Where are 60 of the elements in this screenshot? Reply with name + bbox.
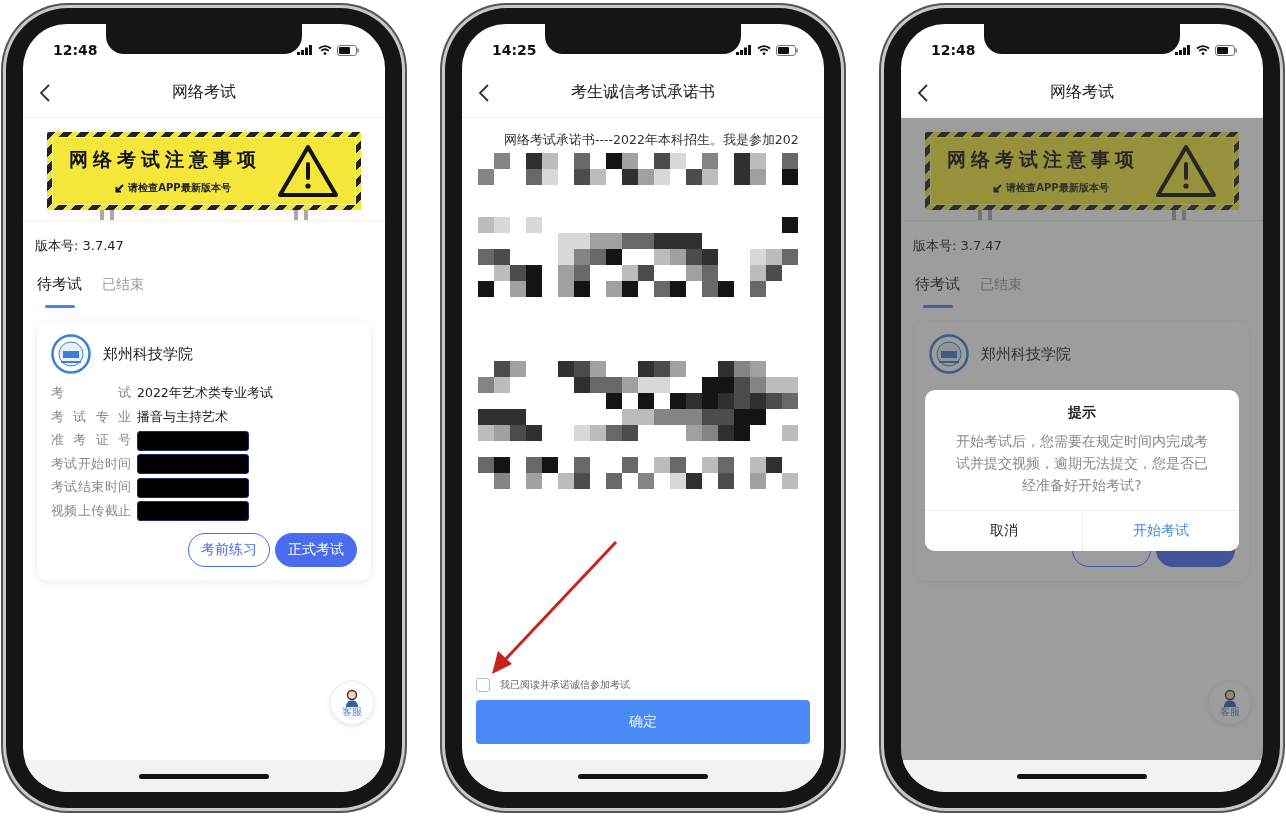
banner-subtext: 请检查APP最新版本号 (1006, 181, 1109, 195)
pledge-text: 网络考试承诺书----2022年本科招生。我是参加202 (503, 132, 800, 149)
field-label: 视频上传截止 (51, 502, 131, 520)
back-icon[interactable] (39, 82, 51, 103)
agree-label: 我已阅读并承诺诚信参加考试 (500, 678, 630, 692)
field-label: 考试 (51, 385, 131, 403)
version-label: 版本号: 3.7.47 (34, 237, 125, 255)
sign-leg (1172, 210, 1186, 220)
agent-icon (344, 689, 360, 707)
dialog-message: 开始考试后，您需要在规定时间内完成考试并提交视频，逾期无法提交，您是否已经准备好开始考试? (955, 432, 1209, 495)
support-button[interactable]: 客服 (1209, 682, 1251, 724)
status-time: 12:48 (53, 42, 98, 58)
school-name: 郑州科技学院 (103, 344, 193, 364)
arrow-icon (993, 183, 1003, 193)
school-name: 郑州科技学院 (981, 344, 1071, 364)
battery-icon (776, 44, 798, 56)
start-button[interactable]: 开始考试 (1082, 511, 1239, 551)
tab[interactable]: 已结束 (102, 275, 144, 308)
back-icon[interactable] (917, 82, 929, 103)
support-button[interactable]: 客服 (331, 682, 373, 724)
battery-icon (337, 44, 359, 56)
banner-heading: 网络考试注意事项 (69, 147, 262, 172)
page-title: 考生诚信考试承诺书 (570, 82, 716, 103)
signal-icon (736, 45, 752, 55)
wifi-icon (1196, 45, 1210, 55)
warning-icon (277, 144, 339, 198)
field-value: 播音与主持艺术 (137, 408, 228, 426)
banner-heading: 网络考试注意事项 (947, 147, 1140, 172)
school-logo-icon (51, 334, 91, 374)
agent-icon (1222, 689, 1238, 707)
page-title: 网络考试 (171, 82, 237, 103)
field-label: 考试结束时间 (51, 479, 131, 497)
school-logo-icon (929, 334, 969, 374)
field-label: 考试开始时间 (51, 455, 131, 473)
warning-icon (1155, 144, 1217, 198)
tab[interactable]: 待考试 (37, 275, 82, 308)
page-title: 网络考试 (1049, 82, 1115, 103)
version-label: 版本号: 3.7.47 (912, 237, 1003, 255)
tab[interactable]: 待考试 (915, 275, 960, 308)
wifi-icon (757, 45, 771, 55)
field-label: 考试专业 (51, 408, 131, 426)
banner-subtext: 请检查APP最新版本号 (128, 181, 231, 195)
sign-leg (294, 210, 308, 220)
start-exam-button[interactable]: 正式考试 (275, 533, 357, 567)
signal-icon (297, 45, 313, 55)
field-value: 2022年艺术类专业考试 (137, 385, 273, 403)
back-icon[interactable] (478, 82, 490, 103)
sign-leg (978, 210, 992, 220)
agree-checkbox[interactable] (476, 678, 490, 692)
arrow-icon (115, 183, 125, 193)
confirm-button[interactable]: 确定 (476, 700, 810, 744)
field-label: 准考证号 (51, 432, 131, 450)
wifi-icon (318, 45, 332, 55)
sign-leg (100, 210, 114, 220)
status-time: 12:48 (931, 42, 976, 58)
practice-button[interactable]: 考前练习 (188, 533, 270, 567)
status-time: 14:25 (492, 42, 537, 58)
battery-icon (1215, 44, 1237, 56)
dialog-title: 提示 (1067, 403, 1097, 422)
signal-icon (1175, 45, 1191, 55)
